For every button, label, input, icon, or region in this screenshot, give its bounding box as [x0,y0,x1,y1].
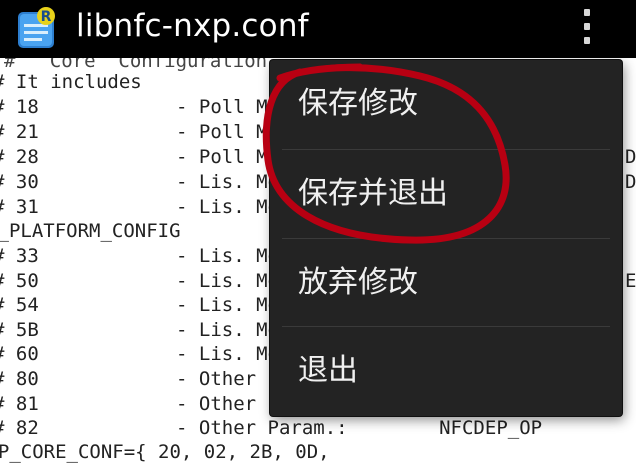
svg-text:R: R [41,9,52,25]
overflow-dot [584,23,590,30]
overflow-popup-menu: 保存修改 保存并退出 放弃修改 退出 [270,60,622,416]
editor-line: NXPNCI_A_PLATFORM_CONFIG [0,220,181,242]
overflow-dot [584,37,590,44]
action-bar: R libnfc-nxp.conf [0,0,636,58]
overflow-menu-button[interactable] [566,4,610,50]
menu-item-discard-changes[interactable]: 放弃修改 [270,239,622,326]
editor-line: # 31 - Lis. Mo [0,196,279,218]
editor-line: # 30 - Lis. Mo [0,171,279,193]
editor-line-edge: D [625,171,636,193]
editor-line: # 21 - Poll Mo [0,121,279,143]
editor-line-edge: D [625,146,636,168]
editor-line: # 80 - Other Pa [0,368,291,390]
menu-item-label: 放弃修改 [298,265,418,300]
editor-line: # 50 - Lis. Mo [0,270,279,292]
menu-item-label: 保存并退出 [298,176,448,211]
editor-line: # 28 - Poll Mo [0,146,279,168]
editor-line: # 60 - Lis. Mo [0,343,279,365]
menu-item-exit[interactable]: 退出 [270,327,622,414]
editor-line: # 82 - Other Param.: NFCDEP_OP [0,417,543,439]
overflow-dot [584,9,590,16]
editor-line: NXP_CORE_CONF={ 20, 02, 2B, 0D, [0,441,330,463]
editor-line: # 5B - Lis. Mo [0,319,279,341]
menu-item-label: 保存修改 [298,86,418,121]
menu-item-save-and-exit[interactable]: 保存并退出 [270,150,622,237]
editor-line-edge: E [625,270,636,292]
editor-line: # 54 - Lis. Mo [0,294,279,316]
app-title: libnfc-nxp.conf [76,8,309,44]
menu-item-label: 退出 [298,353,358,388]
editor-line: # 18 - Poll Mo [0,96,279,118]
document-r-app-icon[interactable]: R [14,6,62,52]
editor-line: # 33 - Lis. Mo [0,245,279,267]
editor-line: # It includes [0,71,142,93]
editor-line: # 81 - Other Pa [0,393,291,415]
menu-item-save-changes[interactable]: 保存修改 [270,60,622,147]
